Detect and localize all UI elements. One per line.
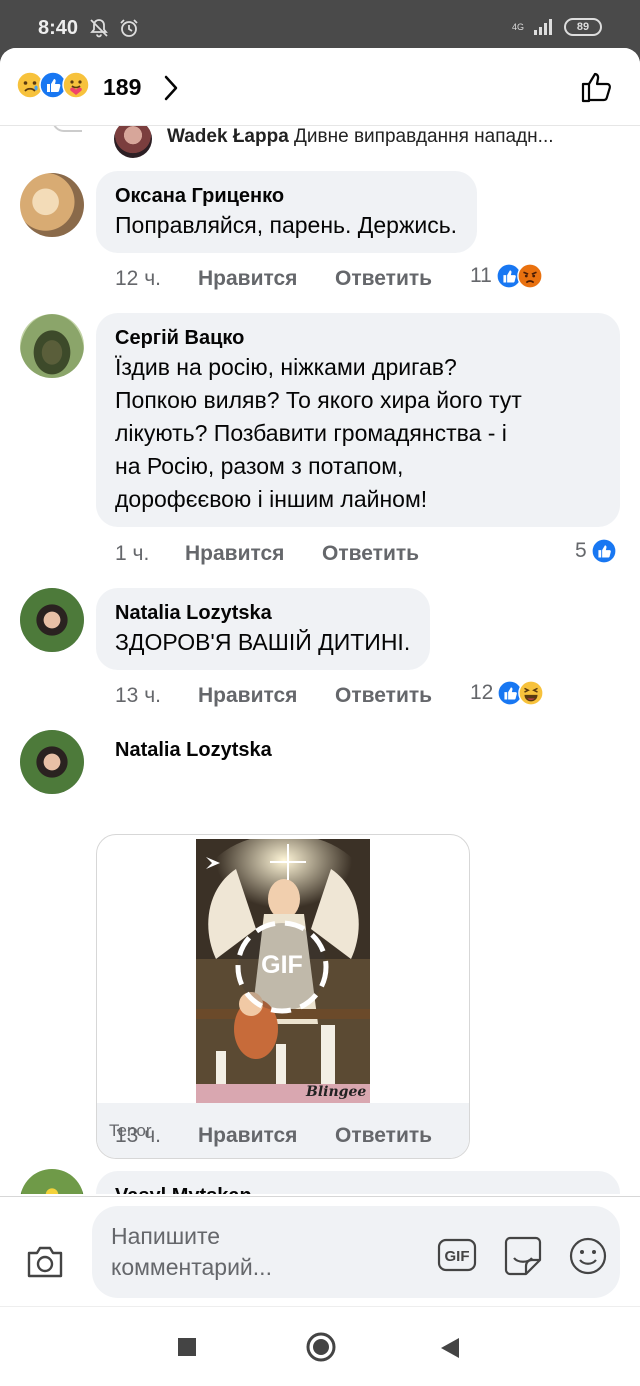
alarm-icon: [120, 19, 138, 37]
sheet-header: 189: [0, 48, 640, 126]
avatar[interactable]: [20, 588, 84, 652]
comment-placeholder: Напишите комментарий...: [111, 1223, 272, 1280]
comment-reaction-count: 11: [470, 264, 492, 287]
camera-icon[interactable]: [25, 1245, 65, 1279]
like-reaction-icon: [590, 538, 617, 564]
like-button[interactable]: Нравится: [198, 684, 335, 708]
mute-notifications-icon: [90, 19, 108, 38]
reply-author: Wadek Łappa: [167, 126, 289, 147]
gif-badge: GIF: [261, 951, 303, 979]
reply-thread-line: [52, 126, 82, 132]
comment-actions: 13 ч. Нравится Ответить: [115, 684, 432, 708]
comment-author[interactable]: Vasyl Mytskan: [115, 1183, 600, 1194]
reply-button[interactable]: Ответить: [335, 1124, 432, 1148]
reply-preview[interactable]: Wadek Łappa Дивне виправдання нападн...: [0, 126, 640, 160]
comments-sheet: 189 Wadek Łappa Дивне виправдання нападн…: [0, 48, 640, 1386]
reply-snippet: Дивне виправдання нападн...: [294, 126, 554, 147]
comment-text: ЗДОРОВ'Я ВАШІЙ ДИТИНІ.: [115, 629, 411, 655]
system-nav-bar: [0, 1306, 640, 1386]
like-outline-icon[interactable]: [580, 70, 614, 104]
comment-actions: 1 ч. Нравится Ответить: [115, 542, 419, 566]
comment-time[interactable]: 13 ч.: [115, 1124, 198, 1148]
comment-bubble[interactable]: Сергій Вацко Їздив на росію, ніжками дри…: [96, 313, 620, 527]
reply-button[interactable]: Ответить: [335, 267, 432, 291]
reaction-count[interactable]: 189: [103, 74, 141, 101]
like-button[interactable]: Нравится: [198, 267, 335, 291]
comment-text: Їздив на росію, ніжками дригав? Попкою в…: [115, 354, 522, 512]
comment-input[interactable]: Напишите комментарий... GIF: [92, 1206, 620, 1298]
recents-icon[interactable]: [177, 1337, 197, 1357]
comment-time[interactable]: 12 ч.: [115, 267, 198, 291]
comment-bubble[interactable]: Natalia Lozytska ЗДОРОВ'Я ВАШІЙ ДИТИНІ.: [96, 588, 431, 670]
comment-text: Поправляйся, парень. Держись.: [115, 212, 458, 238]
battery-icon: 89: [564, 18, 602, 36]
gif-watermark: Blingee: [306, 1084, 367, 1100]
comment-time[interactable]: 13 ч.: [115, 684, 198, 708]
avatar[interactable]: [20, 314, 84, 378]
reply-button[interactable]: Ответить: [322, 542, 419, 566]
signal-icon: [534, 19, 552, 35]
comment-reactions[interactable]: 5: [575, 538, 617, 564]
gif-image[interactable]: GIF Blingee: [196, 839, 370, 1103]
care-reaction-icon: [62, 71, 90, 99]
avatar[interactable]: [20, 730, 84, 794]
avatar[interactable]: [20, 1169, 84, 1194]
avatar[interactable]: [20, 173, 84, 237]
angry-reaction-icon: [517, 263, 543, 289]
comment-author[interactable]: Natalia Lozytska: [115, 737, 272, 763]
gif-icon[interactable]: GIF: [437, 1238, 477, 1272]
comment-reaction-count: 5: [575, 539, 587, 562]
reply-button[interactable]: Ответить: [335, 684, 432, 708]
like-button[interactable]: Нравится: [185, 542, 322, 566]
back-icon[interactable]: [440, 1337, 460, 1359]
comment-composer: Напишите комментарий... GIF: [0, 1196, 640, 1306]
status-right: 4G 89: [512, 18, 602, 36]
comment-time[interactable]: 1 ч.: [115, 542, 185, 566]
reactions-summary[interactable]: [16, 71, 90, 99]
comment-author[interactable]: Оксана Гриценко: [115, 183, 457, 209]
comment-author[interactable]: Сергій Вацко: [115, 325, 600, 351]
network-label: 4G: [511, 21, 524, 32]
haha-reaction-icon: [518, 680, 545, 706]
status-time: 8:40: [38, 17, 79, 39]
emoji-icon[interactable]: [568, 1236, 608, 1276]
like-button[interactable]: Нравится: [198, 1124, 335, 1148]
home-icon[interactable]: [305, 1331, 337, 1363]
comment-reaction-count: 12: [470, 681, 494, 704]
comment-bubble[interactable]: Vasyl Mytskan: [96, 1171, 620, 1194]
sticker-icon[interactable]: [502, 1236, 544, 1276]
gif-icon-label: GIF: [445, 1248, 470, 1265]
comment-actions: 13 ч. Нравится Ответить: [115, 1124, 432, 1148]
comment-author[interactable]: Natalia Lozytska: [115, 600, 410, 626]
comment-actions: 12 ч. Нравится Ответить: [115, 267, 432, 291]
comment-reactions[interactable]: 12: [470, 680, 545, 706]
gif-attachment[interactable]: GIF Blingee Tenor: [96, 834, 470, 1159]
comment-bubble[interactable]: Оксана Гриценко Поправляйся, парень. Дер…: [96, 171, 478, 253]
avatar[interactable]: [114, 126, 152, 158]
chevron-right-icon[interactable]: [162, 74, 180, 102]
comment-reactions[interactable]: 11: [470, 263, 543, 289]
comments-feed[interactable]: Wadek Łappa Дивне виправдання нападн... …: [0, 126, 640, 1194]
reply-preview-text: Wadek Łappa Дивне виправдання нападн...: [167, 126, 617, 148]
